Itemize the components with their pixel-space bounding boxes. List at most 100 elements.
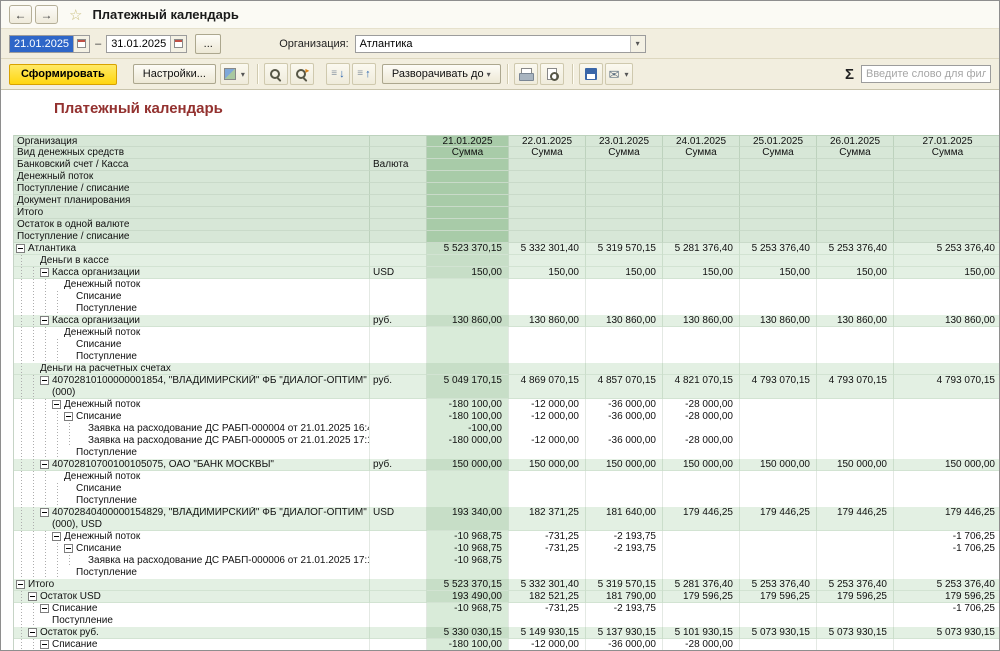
forward-button[interactable]: → — [35, 5, 58, 24]
value-cell[interactable] — [427, 291, 509, 303]
row-currency-cell[interactable]: USD — [370, 507, 427, 531]
value-cell[interactable]: 179 596,25 — [894, 591, 999, 603]
sort-ascending-button[interactable]: ≡↑ — [352, 63, 376, 85]
value-cell[interactable] — [740, 279, 817, 291]
row-label-cell[interactable]: Деньги в кассе — [14, 255, 370, 267]
date-to-field[interactable]: 31.01.2025 — [106, 35, 187, 53]
value-cell[interactable] — [427, 447, 509, 459]
value-cell[interactable]: 150 000,00 — [427, 459, 509, 471]
row-label-cell[interactable]: 40702810100000001854, "ВЛАДИМИРСКИЙ" ФБ … — [14, 375, 370, 399]
row-currency-cell[interactable] — [370, 303, 427, 315]
value-cell[interactable] — [663, 423, 740, 435]
save-button[interactable] — [579, 63, 603, 85]
value-cell[interactable]: -12 000,00 — [509, 639, 586, 651]
value-cell[interactable]: -180 000,00 — [427, 435, 509, 447]
value-cell[interactable]: 4 793 070,15 — [740, 375, 817, 399]
value-cell[interactable] — [894, 363, 999, 375]
value-cell[interactable] — [663, 495, 740, 507]
row-currency-cell[interactable] — [370, 615, 427, 627]
value-cell[interactable]: 150,00 — [740, 267, 817, 279]
value-cell[interactable]: 5 523 370,15 — [427, 243, 509, 255]
collapse-icon[interactable] — [64, 544, 73, 553]
value-cell[interactable]: -12 000,00 — [509, 435, 586, 447]
value-cell[interactable] — [663, 615, 740, 627]
row-currency-cell[interactable] — [370, 579, 427, 591]
value-cell[interactable] — [509, 423, 586, 435]
value-cell[interactable]: 5 149 930,15 — [509, 627, 586, 639]
row-label-cell[interactable]: Денежный поток — [14, 279, 370, 291]
value-cell[interactable]: -180 100,00 — [427, 639, 509, 651]
value-cell[interactable]: 179 596,25 — [663, 591, 740, 603]
value-cell[interactable] — [509, 339, 586, 351]
value-cell[interactable] — [817, 435, 894, 447]
value-cell[interactable] — [894, 555, 999, 567]
value-cell[interactable]: 179 596,25 — [817, 591, 894, 603]
value-cell[interactable]: 130 860,00 — [509, 315, 586, 327]
value-cell[interactable] — [817, 327, 894, 339]
value-cell[interactable] — [509, 555, 586, 567]
value-cell[interactable]: -731,25 — [509, 603, 586, 615]
value-cell[interactable]: 179 446,25 — [740, 507, 817, 531]
row-label-cell[interactable]: Касса организации — [14, 267, 370, 279]
value-cell[interactable]: 193 490,00 — [427, 591, 509, 603]
value-cell[interactable] — [663, 567, 740, 579]
value-cell[interactable]: 150,00 — [663, 267, 740, 279]
value-cell[interactable]: 5 330 030,15 — [427, 627, 509, 639]
value-cell[interactable]: 150,00 — [586, 267, 663, 279]
row-label-cell[interactable]: Денежный поток — [14, 531, 370, 543]
value-cell[interactable] — [663, 339, 740, 351]
value-cell[interactable] — [894, 639, 999, 651]
favorite-star-icon[interactable]: ☆ — [69, 6, 82, 24]
row-currency-cell[interactable] — [370, 483, 427, 495]
value-cell[interactable] — [663, 363, 740, 375]
value-cell[interactable] — [663, 531, 740, 543]
row-currency-cell[interactable] — [370, 339, 427, 351]
value-cell[interactable] — [586, 447, 663, 459]
value-cell[interactable]: 179 446,25 — [663, 507, 740, 531]
value-cell[interactable]: 193 340,00 — [427, 507, 509, 531]
value-cell[interactable] — [586, 495, 663, 507]
value-cell[interactable] — [586, 567, 663, 579]
value-cell[interactable] — [894, 255, 999, 267]
value-cell[interactable]: -2 193,75 — [586, 543, 663, 555]
value-cell[interactable] — [663, 543, 740, 555]
row-currency-cell[interactable]: USD — [370, 267, 427, 279]
value-cell[interactable] — [586, 339, 663, 351]
row-currency-cell[interactable] — [370, 555, 427, 567]
date-from-value[interactable]: 21.01.2025 — [10, 36, 73, 52]
value-cell[interactable]: -2 193,75 — [586, 603, 663, 615]
value-cell[interactable] — [509, 447, 586, 459]
value-cell[interactable] — [509, 615, 586, 627]
value-cell[interactable] — [894, 471, 999, 483]
value-cell[interactable] — [817, 639, 894, 651]
value-cell[interactable] — [740, 555, 817, 567]
value-cell[interactable] — [740, 411, 817, 423]
value-cell[interactable] — [663, 603, 740, 615]
value-cell[interactable]: 5 253 376,40 — [817, 579, 894, 591]
value-cell[interactable]: 181 640,00 — [586, 507, 663, 531]
value-cell[interactable] — [817, 291, 894, 303]
row-currency-cell[interactable]: руб. — [370, 375, 427, 399]
value-cell[interactable]: 179 596,25 — [740, 591, 817, 603]
value-cell[interactable] — [817, 411, 894, 423]
collapse-icon[interactable] — [28, 592, 37, 601]
row-label-cell[interactable]: Денежный поток — [14, 327, 370, 339]
value-cell[interactable] — [427, 255, 509, 267]
value-cell[interactable] — [427, 615, 509, 627]
collapse-icon[interactable] — [40, 268, 49, 277]
row-label-cell[interactable]: Списание — [14, 639, 370, 651]
date-from-field[interactable]: 21.01.2025 — [9, 35, 90, 53]
value-cell[interactable] — [509, 279, 586, 291]
value-cell[interactable]: 5 073 930,15 — [817, 627, 894, 639]
row-currency-cell[interactable] — [370, 495, 427, 507]
value-cell[interactable]: 150,00 — [427, 267, 509, 279]
value-cell[interactable] — [817, 351, 894, 363]
search-button[interactable] — [264, 63, 288, 85]
value-cell[interactable] — [894, 411, 999, 423]
value-cell[interactable] — [586, 363, 663, 375]
value-cell[interactable]: 130 860,00 — [740, 315, 817, 327]
value-cell[interactable]: -180 100,00 — [427, 399, 509, 411]
value-cell[interactable]: -1 706,25 — [894, 531, 999, 543]
value-cell[interactable] — [817, 447, 894, 459]
collapse-icon[interactable] — [16, 580, 25, 589]
